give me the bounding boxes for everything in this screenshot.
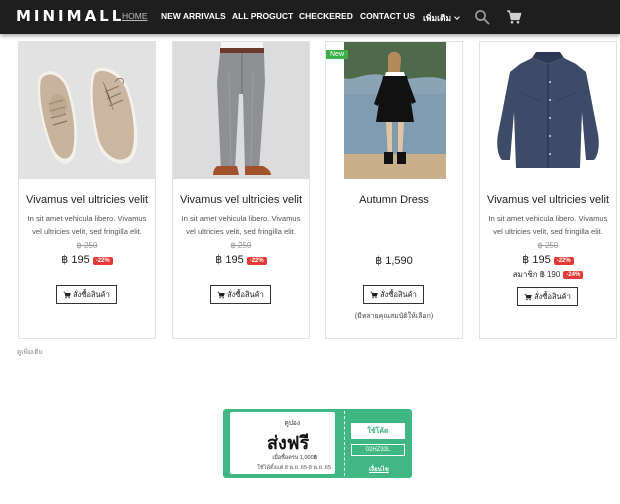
chevron-down-icon	[454, 14, 460, 20]
add-to-cart-label: สั่งซื้อสินค้า	[534, 291, 571, 301]
original-price: ฿ 250	[230, 241, 252, 250]
cart-icon[interactable]	[506, 9, 522, 25]
site-logo[interactable]: MINIMALL	[16, 7, 124, 25]
price-value: ฿ 195	[215, 254, 244, 266]
add-to-cart-button[interactable]: สั่งซื้อสินค้า	[363, 285, 424, 304]
add-to-cart-button[interactable]: สั่งซื้อสินค้า	[210, 285, 271, 304]
product-card[interactable]: Vivamus vel ultricies velit In sit amet …	[18, 41, 156, 339]
coupon-title: ส่งฟรี	[267, 433, 310, 454]
description-line: vel ultricies velit, sed fringilla elit.	[186, 227, 296, 236]
product-name[interactable]: Vivamus vel ultricies velit	[480, 194, 616, 206]
price-value: ฿ 195	[522, 254, 551, 266]
member-price-value: สมาชิก ฿ 190	[512, 270, 561, 279]
original-price: ฿ 250	[76, 241, 98, 250]
cart-icon	[370, 291, 378, 298]
sale-price: ฿ 195 -22%	[19, 253, 155, 266]
nav-contact-us[interactable]: CONTACT US	[360, 11, 415, 21]
coupon-conditions-link[interactable]: เงื่อนไข	[369, 464, 389, 474]
add-to-cart-button[interactable]: สั่งซื้อสินค้า	[517, 287, 578, 306]
discount-badge: -22%	[553, 257, 574, 265]
product-image-dress[interactable]	[326, 42, 462, 179]
sale-price: ฿ 1,590	[326, 254, 462, 267]
see-more-link[interactable]: ดูเพิ่มเติม	[17, 347, 43, 357]
search-icon[interactable]	[474, 9, 490, 25]
cart-icon	[524, 293, 532, 300]
cart-icon	[63, 291, 71, 298]
add-to-cart-label: สั่งซื้อสินค้า	[227, 289, 264, 299]
top-nav-bar: MINIMALL HOME NEW ARRIVALS ALL PROGUCT C…	[0, 0, 620, 34]
sale-price: ฿ 195 -22%	[173, 253, 309, 266]
add-to-cart-label: สั่งซื้อสินค้า	[73, 289, 110, 299]
coupon-code: 02HZ33L	[351, 444, 405, 456]
description-line: vel ultricies velit, sed fringilla elit.	[493, 227, 603, 236]
description-line: vel ultricies velit, sed fringilla elit.	[32, 227, 142, 236]
description-line: In sit amet vehicula libero. Vivamus	[27, 214, 147, 223]
product-image-trousers[interactable]	[173, 42, 309, 179]
product-image-shirt[interactable]	[480, 42, 616, 179]
price-value: ฿ 1,590	[375, 255, 413, 267]
coupon-label: คูปอง	[284, 420, 300, 427]
coupon-divider	[344, 411, 345, 476]
options-note: (มีหลายคุณสมบัติให้เลือก)	[354, 313, 434, 320]
coupon-info: คูปอง ส่งฟรี เมื่อซื้อครบ 1,000฿ ใช้ได้ต…	[230, 412, 335, 474]
coupon-validity: ใช้ได้ตั้งแต่ 8 พ.ย. 65-8 พ.ย. 65	[257, 465, 331, 471]
discount-badge: -22%	[246, 257, 267, 265]
price-value: ฿ 195	[61, 254, 90, 266]
product-name[interactable]: Vivamus vel ultricies velit	[173, 194, 309, 206]
add-to-cart-label: สั่งซื้อสินค้า	[380, 289, 417, 299]
nav-more-label: เพิ่มเติม	[423, 13, 452, 23]
add-to-cart-button[interactable]: สั่งซื้อสินค้า	[56, 285, 117, 304]
product-name[interactable]: Autumn Dress	[326, 194, 462, 206]
product-description: In sit amet vehicula libero. Vivamus vel…	[488, 212, 608, 238]
sale-price: ฿ 195 -22%	[480, 253, 616, 266]
discount-badge: -22%	[92, 257, 113, 265]
coupon-min-spend: เมื่อซื้อครบ 1,000฿	[272, 455, 317, 461]
member-price: สมาชิก ฿ 190 -24%	[480, 268, 616, 281]
coupon-card: คูปอง ส่งฟรี เมื่อซื้อครบ 1,000฿ ใช้ได้ต…	[223, 409, 412, 478]
product-card[interactable]: Vivamus vel ultricies velit In sit amet …	[479, 41, 617, 339]
product-description: In sit amet vehicula libero. Vivamus vel…	[181, 212, 301, 238]
cart-icon	[217, 291, 225, 298]
new-tag: New	[326, 50, 349, 59]
description-line: In sit amet vehicula libero. Vivamus	[488, 214, 608, 223]
nav-all-product[interactable]: ALL PROGUCT	[232, 11, 293, 21]
nav-new-arrivals[interactable]: NEW ARRIVALS	[161, 11, 226, 21]
original-price: ฿ 250	[537, 241, 559, 250]
product-card[interactable]: New Autumn Dress ฿ 1,590 สั่งซื้อสินค้า …	[325, 41, 463, 339]
use-code-button[interactable]: ใช้โค้ด	[351, 423, 405, 439]
description-line: In sit amet vehicula libero. Vivamus	[181, 214, 301, 223]
nav-more-dropdown[interactable]: เพิ่มเติม	[423, 11, 460, 25]
product-name[interactable]: Vivamus vel ultricies velit	[19, 194, 155, 206]
product-card[interactable]: Vivamus vel ultricies velit In sit amet …	[172, 41, 310, 339]
product-image-shoes[interactable]	[19, 42, 155, 179]
nav-home[interactable]: HOME	[122, 11, 148, 21]
product-description: In sit amet vehicula libero. Vivamus vel…	[27, 212, 147, 238]
nav-checkered[interactable]: CHECKERED	[299, 11, 353, 21]
member-discount-badge: -24%	[563, 271, 584, 279]
